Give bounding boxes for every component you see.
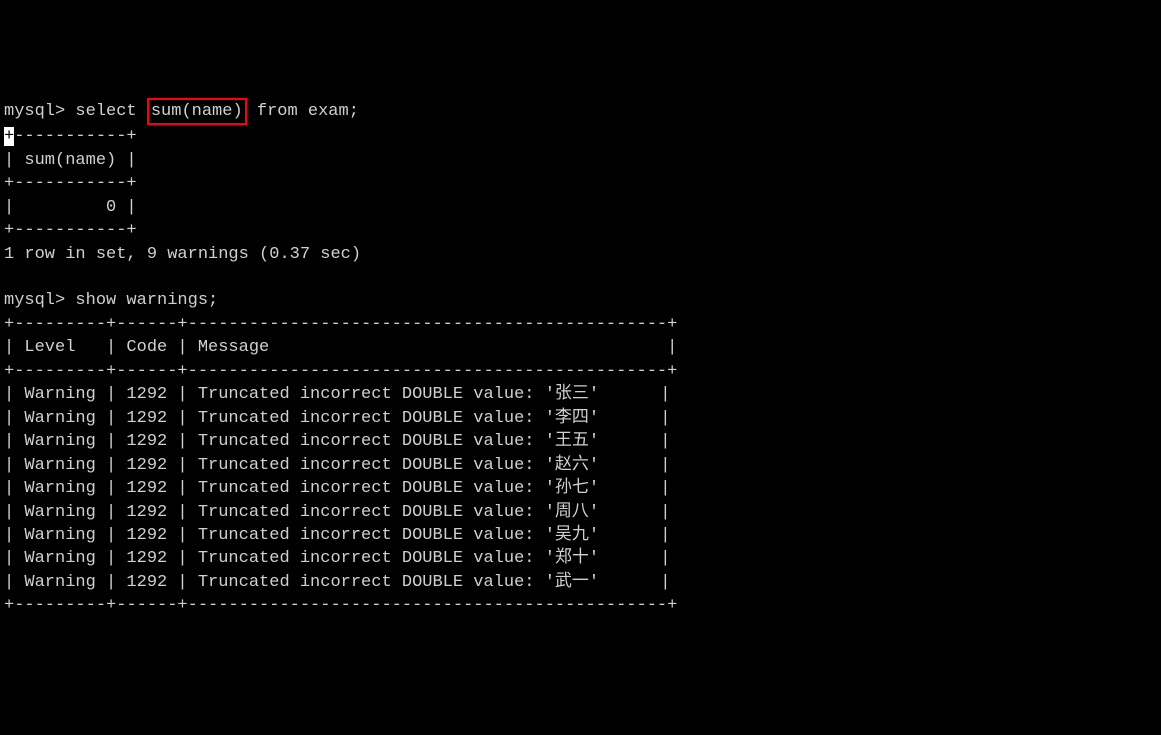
border-continuation: -----------+ [14,127,136,146]
sql-text: show warnings; [65,291,218,310]
warning-row: | Warning | 1292 | Truncated incorrect D… [4,454,1157,477]
warning-row: | Warning | 1292 | Truncated incorrect D… [4,407,1157,430]
warnings-header: | Level | Code | Message | [4,336,1157,359]
blank-line [4,266,1157,289]
warnings-border-bottom: +---------+------+----------------------… [4,594,1157,617]
query-line-2: mysql> show warnings; [4,289,1157,312]
query-line-1: mysql> select sum(name) from exam; [4,98,1157,125]
warning-row: | Warning | 1292 | Truncated incorrect D… [4,383,1157,406]
warning-row: | Warning | 1292 | Truncated incorrect D… [4,477,1157,500]
result-status: 1 row in set, 9 warnings (0.37 sec) [4,243,1157,266]
terminal-output[interactable]: mysql> select sum(name) from exam;+-----… [4,98,1157,618]
table-border-top: +-----------+ [4,125,1157,148]
warning-row: | Warning | 1292 | Truncated incorrect D… [4,547,1157,570]
mysql-prompt: mysql> [4,102,65,121]
warnings-border-mid: +---------+------+----------------------… [4,360,1157,383]
warning-row: | Warning | 1292 | Truncated incorrect D… [4,501,1157,524]
sql-text-after: from exam; [247,102,359,121]
table-border-bottom: +-----------+ [4,219,1157,242]
sql-text-before: select [65,102,147,121]
mysql-prompt: mysql> [4,291,65,310]
warning-row: | Warning | 1292 | Truncated incorrect D… [4,524,1157,547]
table-border-mid: +-----------+ [4,172,1157,195]
highlighted-sql-function: sum(name) [147,98,247,125]
cursor-icon: + [4,127,14,146]
warning-row: | Warning | 1292 | Truncated incorrect D… [4,430,1157,453]
table-header: | sum(name) | [4,149,1157,172]
warning-row: | Warning | 1292 | Truncated incorrect D… [4,571,1157,594]
table-data-row: | 0 | [4,196,1157,219]
warnings-border-top: +---------+------+----------------------… [4,313,1157,336]
